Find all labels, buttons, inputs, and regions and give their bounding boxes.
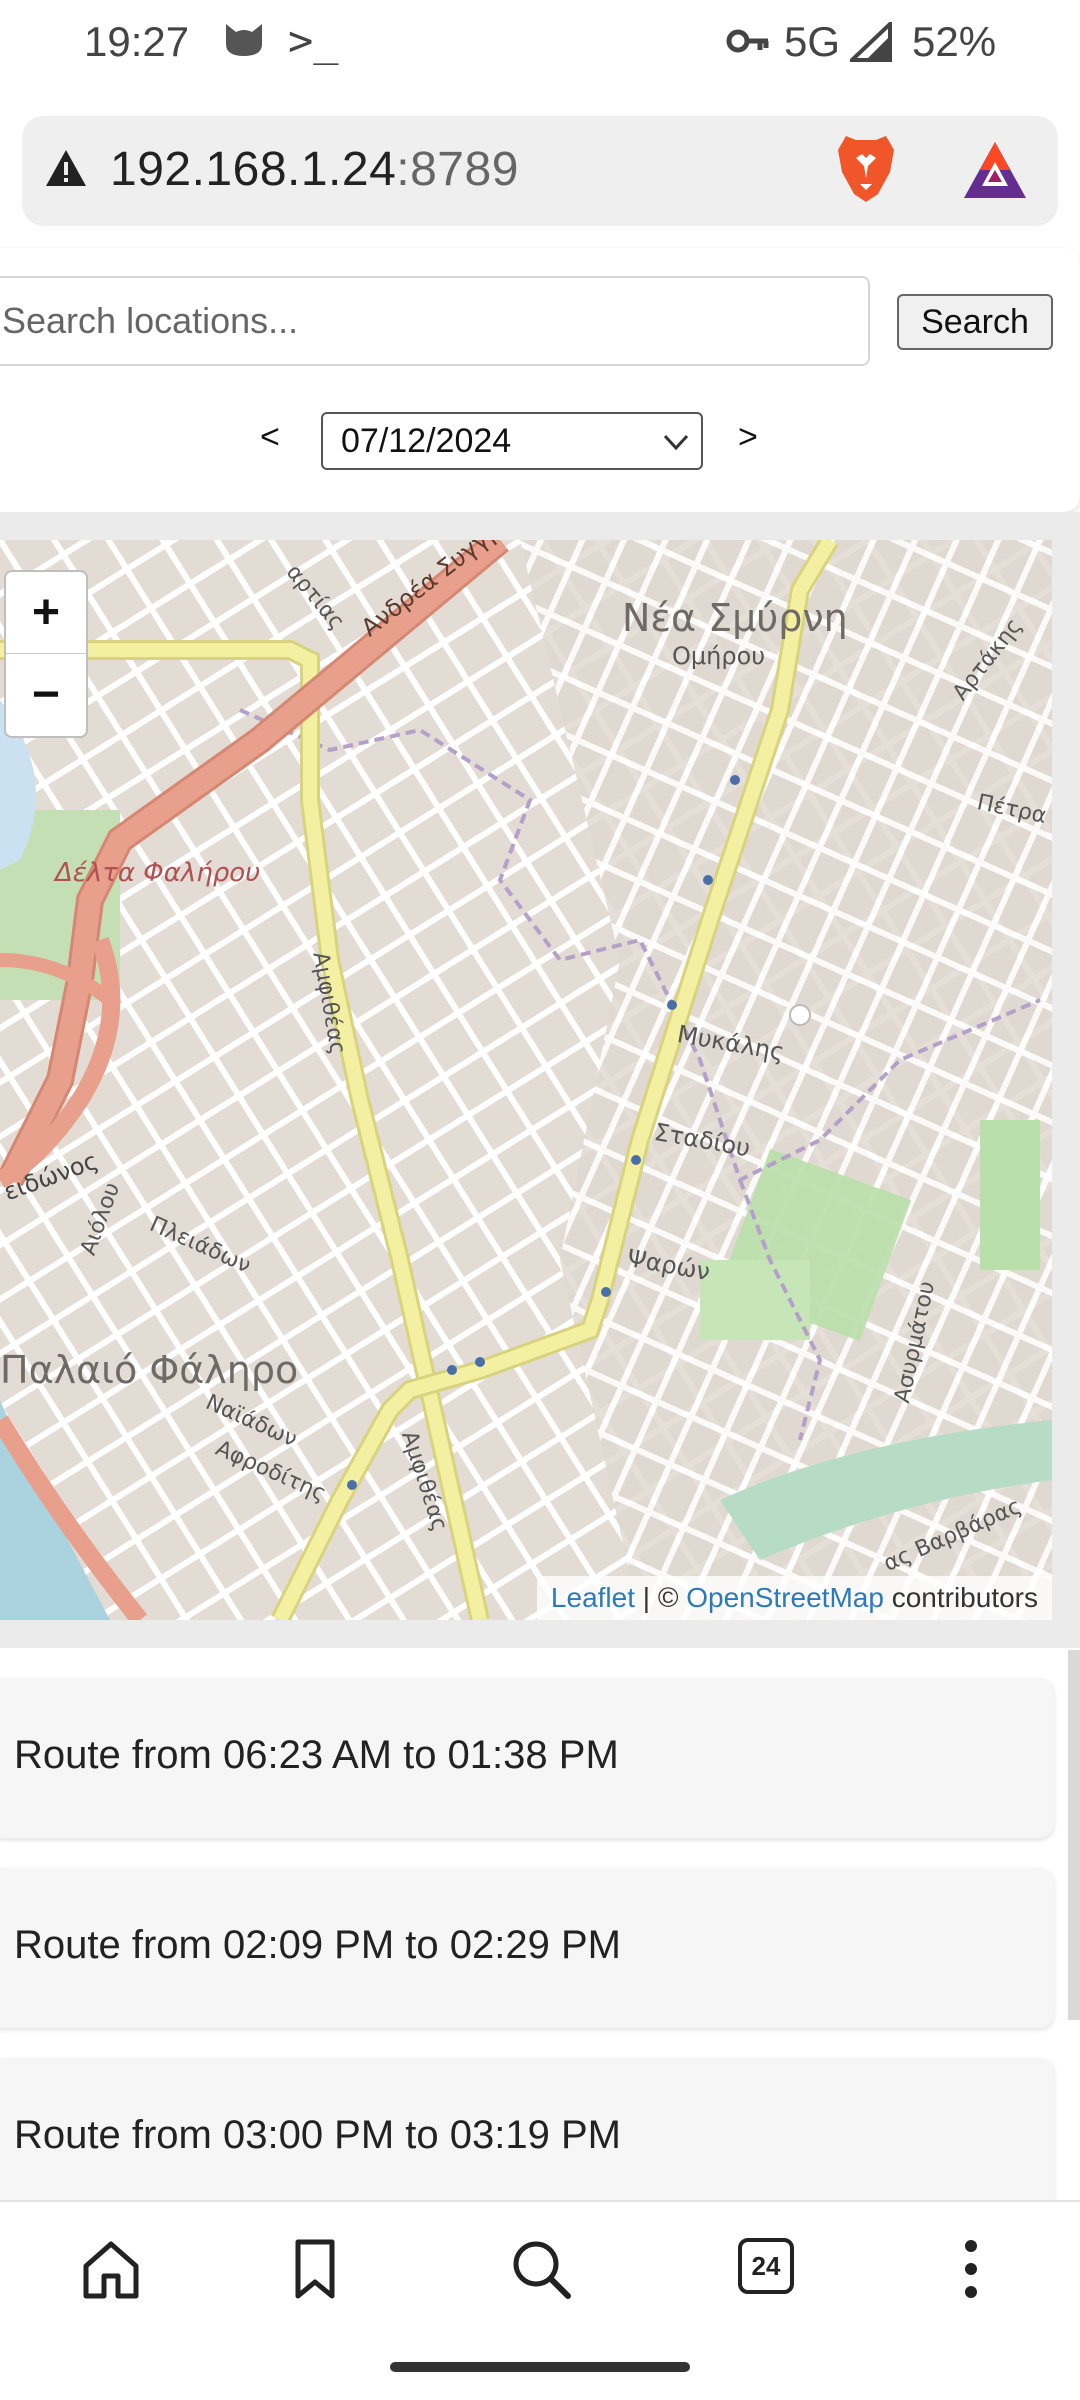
search-button[interactable]: Search — [897, 294, 1053, 350]
map-label-nea-smyrni: Νέα Σμύρνη — [622, 596, 848, 640]
map-attribution: Leaflet | © OpenStreetMap contributors — [536, 1576, 1052, 1620]
network-type: 5G — [784, 18, 841, 65]
url-text[interactable]: 192.168.1.24:8789 — [110, 142, 519, 197]
status-time: 19:27 — [84, 18, 190, 65]
zoom-control: + − — [4, 570, 88, 738]
date-select[interactable]: 07/12/2024 — [321, 412, 703, 470]
attribution-suffix: contributors — [883, 1582, 1038, 1613]
map-label-omirou: Ομήρου — [672, 642, 766, 670]
browser-bottom-bar: 24 — [0, 2200, 1080, 2334]
home-button[interactable] — [76, 2234, 146, 2304]
openstreetmap-link[interactable]: OpenStreetMap — [686, 1582, 884, 1613]
url-port: :8789 — [396, 143, 519, 196]
search-input[interactable] — [0, 276, 870, 366]
menu-button[interactable] — [936, 2234, 1006, 2304]
routes-list: Route from 06:23 AM to 01:38 PM Route fr… — [0, 1648, 1080, 2218]
url-bar[interactable]: 192.168.1.24:8789 — [22, 116, 1058, 226]
route-label: Route from 02:09 PM to 02:29 PM — [14, 1923, 621, 1967]
bookmarks-button[interactable] — [280, 2234, 350, 2304]
route-label: Route from 06:23 AM to 01:38 PM — [14, 1733, 619, 1777]
home-indicator[interactable] — [390, 2362, 690, 2372]
scrollbar-thumb[interactable] — [1068, 1650, 1080, 2020]
chevron-down-icon — [661, 428, 691, 461]
bookmark-icon — [295, 2239, 335, 2299]
terminal-icon: >_ — [288, 16, 339, 65]
controls-card: Search < 07/12/2024 > — [0, 248, 1080, 512]
search-icon — [513, 2241, 571, 2299]
more-vertical-icon — [965, 2240, 977, 2298]
map-label-delta-falirou: Δέλτα Φαλήρου — [55, 858, 261, 888]
date-select-value: 07/12/2024 — [341, 422, 512, 460]
attribution-separator: | © — [635, 1582, 687, 1613]
leaflet-link[interactable]: Leaflet — [551, 1582, 635, 1613]
home-icon — [83, 2241, 139, 2299]
battery-level: 52% — [912, 18, 997, 65]
brave-rewards-icon[interactable] — [962, 140, 1028, 205]
vpn-key-icon — [726, 26, 770, 61]
brave-shields-icon[interactable] — [834, 132, 898, 211]
route-item[interactable]: Route from 02:09 PM to 02:29 PM — [0, 1868, 1054, 2028]
map-view[interactable]: Νέα Σμύρνη Ομήρου Ανδρέα Συγγρού αρτίας … — [0, 540, 1052, 1620]
tabs-button[interactable]: 24 — [738, 2234, 808, 2304]
gesture-area — [0, 2336, 1080, 2400]
url-host: 192.168.1.24 — [110, 143, 397, 196]
warning-icon[interactable] — [44, 148, 88, 193]
route-item[interactable]: Route from 03:00 PM to 03:19 PM — [0, 2058, 1054, 2218]
status-bar: 19:27 >_ 5G 52% — [0, 0, 1080, 88]
tab-count: 24 — [738, 2238, 794, 2294]
signal-icon — [846, 19, 892, 67]
prev-date-button[interactable]: < — [260, 418, 280, 457]
next-date-button[interactable]: > — [738, 418, 758, 457]
search-nav-button[interactable] — [506, 2234, 576, 2304]
zoom-out-button[interactable]: − — [6, 654, 86, 736]
map-label-palaio-faliro: Παλαιό Φάληρο — [0, 1348, 299, 1392]
zoom-in-button[interactable]: + — [6, 572, 86, 654]
map-tiles[interactable] — [0, 540, 1052, 1620]
route-label: Route from 03:00 PM to 03:19 PM — [14, 2113, 621, 2157]
route-item[interactable]: Route from 06:23 AM to 01:38 PM — [0, 1678, 1054, 1838]
cat-app-icon — [222, 22, 266, 63]
